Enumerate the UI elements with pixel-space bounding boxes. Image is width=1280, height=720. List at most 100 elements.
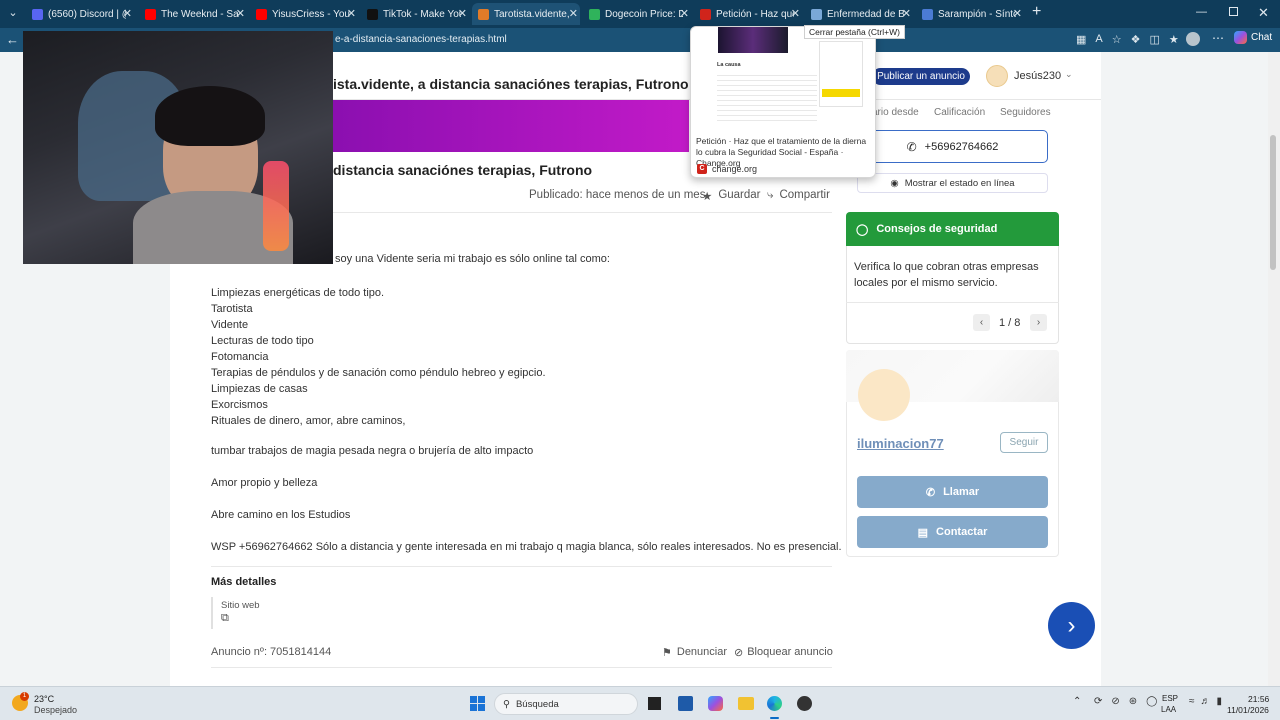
back-icon[interactable]: ← xyxy=(6,32,19,47)
browser-tab[interactable]: Petición - Haz que el✕ xyxy=(694,3,802,25)
lang-primary[interactable]: ESP xyxy=(1162,694,1178,703)
task-view-icon[interactable] xyxy=(648,697,661,710)
call-button[interactable]: ✆ Llamar xyxy=(857,476,1048,508)
close-tab-icon[interactable]: ✕ xyxy=(902,7,911,20)
share-button[interactable]: ⤷ Compartir xyxy=(767,189,830,202)
report-button[interactable]: ⚑ Denunciar xyxy=(662,646,727,659)
battery-icon[interactable]: ▮ xyxy=(1217,696,1223,707)
bluetooth-off-icon[interactable]: ⊛ xyxy=(1129,696,1137,707)
store-icon[interactable] xyxy=(678,696,693,711)
browser-tab[interactable]: Sarampión - Síntom✕ xyxy=(916,3,1024,25)
save-button[interactable]: ★ Guardar xyxy=(702,189,761,203)
next-listing-button[interactable]: › xyxy=(1048,602,1095,649)
browser-tab[interactable]: The Weeknd - Save Y✕ xyxy=(139,3,247,25)
published-date: Publicado: hace menos de un mes xyxy=(529,189,706,201)
safety-tips-text: Verifica lo que cobran otras empresas lo… xyxy=(854,261,1039,289)
app-icon[interactable] xyxy=(797,696,812,711)
minimize-button[interactable]: — xyxy=(1196,6,1207,18)
copilot-chat-button[interactable]: Chat xyxy=(1234,31,1272,44)
service-item: Terapias de péndulos y de sanación como … xyxy=(211,367,546,379)
split-screen-icon[interactable]: ◫ xyxy=(1150,33,1160,46)
follow-button[interactable]: Seguir xyxy=(1000,432,1048,453)
browser-tab[interactable]: TikTok - Make Your D✕ xyxy=(361,3,469,25)
browser-tab[interactable]: Enfermedad de Blou✕ xyxy=(805,3,913,25)
wifi-icon[interactable]: ≈ xyxy=(1189,696,1195,707)
flag-icon: ⚑ xyxy=(662,647,672,659)
extensions-icon[interactable]: ❖ xyxy=(1131,33,1141,46)
close-tab-icon[interactable]: ✕ xyxy=(123,7,132,20)
favorites-icon[interactable]: ★ xyxy=(1169,33,1179,46)
close-tab-icon[interactable]: ✕ xyxy=(1013,7,1022,20)
close-tab-icon[interactable]: ✕ xyxy=(791,7,800,20)
clock-time[interactable]: 21:56 xyxy=(1248,694,1269,704)
close-tab-icon[interactable]: ✕ xyxy=(236,7,245,20)
seller-name[interactable]: iluminacion77 xyxy=(857,436,944,451)
copilot-taskbar-icon[interactable] xyxy=(708,696,723,711)
favorite-star-icon[interactable]: ☆ xyxy=(1112,33,1122,46)
close-tab-icon[interactable]: ✕ xyxy=(458,7,467,20)
microphone-icon[interactable]: ◯ xyxy=(1146,696,1157,707)
tab-list-icon[interactable]: ⌄ xyxy=(5,6,21,22)
read-aloud-icon[interactable]: A xyxy=(1095,33,1102,46)
file-explorer-icon[interactable] xyxy=(738,697,754,710)
maximize-button[interactable] xyxy=(1229,7,1238,16)
contact-button[interactable]: ▤ Contactar xyxy=(857,516,1048,548)
listing-subtitle: distancia sanaciónes terapias, Futrono xyxy=(333,162,593,178)
online-status-label: Mostrar el estado en línea xyxy=(904,177,1015,189)
weather-condition[interactable]: Despejado xyxy=(34,705,77,715)
tray-chevron-icon[interactable]: ⌃ xyxy=(1073,696,1081,707)
more-details-heading: Más detalles xyxy=(211,576,277,588)
browser-tab[interactable]: (6560) Discord | @Fu✕ xyxy=(26,3,134,25)
preview-domain-row: C change.org xyxy=(697,164,757,174)
network-off-icon[interactable]: ⊘ xyxy=(1111,696,1119,707)
new-tab-button[interactable]: + xyxy=(1032,3,1046,23)
publish-ad-button[interactable]: Publicar un anuncio xyxy=(872,68,970,85)
scrollbar-thumb[interactable] xyxy=(1270,135,1276,270)
phone-icon: ✆ xyxy=(925,486,936,499)
start-button[interactable] xyxy=(470,696,485,711)
lang-secondary[interactable]: LAA xyxy=(1161,705,1176,714)
share-icon: ⤷ xyxy=(767,189,774,201)
close-tab-icon[interactable]: ✕ xyxy=(569,7,578,20)
service-item: Tarotista xyxy=(211,303,253,315)
block-label: Bloquear anuncio xyxy=(747,646,833,658)
online-status-button[interactable]: ◉ Mostrar el estado en línea xyxy=(857,173,1048,193)
safety-tips-title: Consejos de seguridad xyxy=(876,223,998,235)
browser-tab[interactable]: Dogecoin Price: DOG✕ xyxy=(583,3,691,25)
user-avatar[interactable] xyxy=(986,65,1008,87)
close-tab-icon[interactable]: ✕ xyxy=(680,7,689,20)
tab-label: YisusCriess - YouTub xyxy=(272,8,350,20)
close-window-button[interactable]: ✕ xyxy=(1258,5,1269,21)
block-ad-button[interactable]: ⊘ Bloquear anuncio xyxy=(734,646,833,659)
service-item: Exorcismos xyxy=(211,399,268,411)
clock-date[interactable]: 11/01/2026 xyxy=(1227,705,1269,715)
seller-avatar[interactable] xyxy=(858,369,910,421)
search-box[interactable]: ⚲ Búsqueda xyxy=(494,693,638,715)
browser-tab[interactable]: Tarotista.vidente, a d✕ xyxy=(472,3,580,25)
edge-icon[interactable] xyxy=(767,696,782,711)
services-list: Limpiezas energéticas de todo tipo. Tarot… xyxy=(211,285,546,429)
phone-button[interactable]: ✆ +56962764662 xyxy=(857,130,1048,163)
browser-tab-bar: ⌄ (6560) Discord | @Fu✕The Weeknd - Save… xyxy=(0,0,1280,28)
volume-icon[interactable]: ♬ xyxy=(1201,696,1211,707)
next-tip-button[interactable]: › xyxy=(1030,314,1047,331)
tab-label: TikTok - Make Your D xyxy=(383,8,461,20)
prev-tip-button[interactable]: ‹ xyxy=(973,314,990,331)
external-link-icon[interactable]: ⧉ xyxy=(221,612,229,625)
profile-avatar[interactable] xyxy=(1186,32,1200,46)
save-label: Guardar xyxy=(718,189,761,201)
close-tab-icon[interactable]: ✕ xyxy=(347,7,356,20)
user-menu-chevron-icon[interactable]: ⌄ xyxy=(1065,69,1073,80)
seller-stat-label: ario desde xyxy=(872,107,919,118)
user-name[interactable]: Jesús230 xyxy=(1014,70,1061,82)
more-menu-icon[interactable]: ⋯ xyxy=(1212,31,1224,45)
browser-tab[interactable]: YisusCriess - YouTub✕ xyxy=(250,3,358,25)
copilot-icon xyxy=(1234,31,1247,44)
tray-icons: ⟳ ⊘ ⊛ ◯ xyxy=(1094,696,1157,707)
url-text[interactable]: e-a-distancia-sanaciones-terapias.html xyxy=(335,34,507,45)
weather-temp[interactable]: 23°C xyxy=(34,694,54,704)
apps-icon[interactable]: ▦ xyxy=(1076,33,1086,46)
sync-icon[interactable]: ⟳ xyxy=(1094,696,1102,707)
website-box xyxy=(211,597,213,629)
follow-label: Seguir xyxy=(1009,437,1039,448)
